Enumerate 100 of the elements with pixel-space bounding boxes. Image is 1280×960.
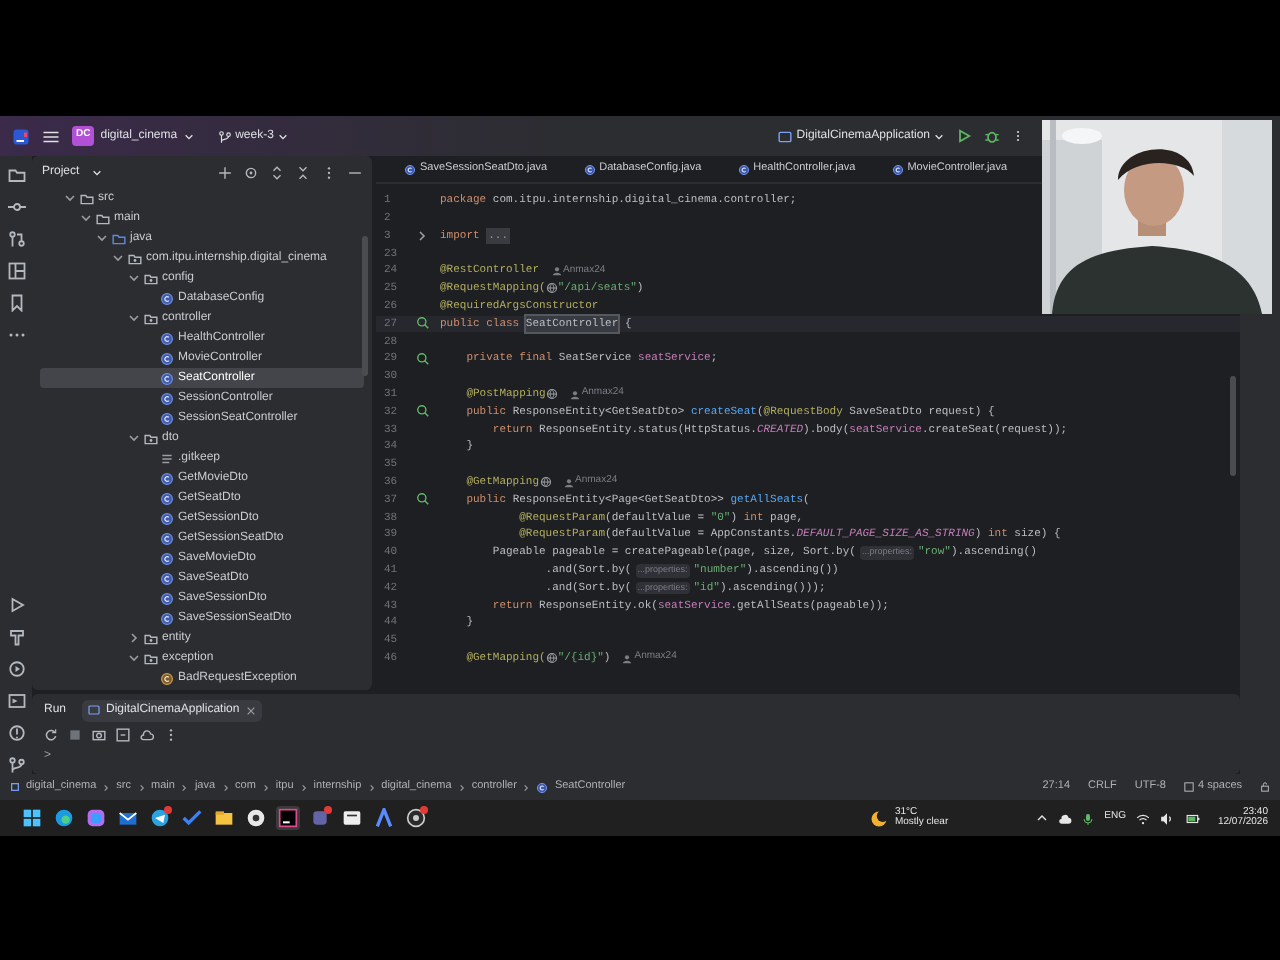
microphone-icon[interactable] <box>1082 811 1095 825</box>
package-icon <box>144 271 158 285</box>
caret-icon <box>277 131 288 141</box>
class-icon <box>160 511 174 525</box>
stop-icon[interactable] <box>68 728 82 742</box>
class-icon <box>160 331 174 345</box>
bookmarks-icon[interactable] <box>7 294 25 312</box>
menu-icon[interactable] <box>42 127 60 145</box>
lock-icon[interactable] <box>1260 782 1270 792</box>
caret-icon <box>934 131 944 141</box>
export-icon[interactable] <box>116 728 130 742</box>
class-icon <box>583 163 596 175</box>
chevron-icon[interactable] <box>96 232 108 244</box>
run-icon[interactable] <box>956 128 972 144</box>
class-icon <box>160 531 174 545</box>
more-icon[interactable] <box>164 728 178 742</box>
close-icon[interactable] <box>245 705 256 715</box>
class-icon <box>160 551 174 565</box>
class-icon <box>160 611 174 625</box>
expand-all-icon[interactable] <box>270 165 284 179</box>
start-button[interactable] <box>20 806 44 830</box>
problems-icon[interactable] <box>7 724 25 742</box>
app-logo-icon[interactable] <box>12 127 30 145</box>
speaker-icon[interactable] <box>1159 811 1174 825</box>
globe-icon[interactable] <box>545 388 558 401</box>
fold-toggle-icon[interactable] <box>416 229 428 242</box>
exception-class-icon <box>160 671 174 685</box>
camera-icon[interactable] <box>92 728 106 742</box>
taskbar-app[interactable] <box>84 806 108 830</box>
taskbar-app[interactable] <box>276 806 300 830</box>
wifi-icon[interactable] <box>1135 811 1150 825</box>
cloud-icon[interactable] <box>1058 811 1073 825</box>
chevron-up-icon[interactable] <box>1036 812 1049 824</box>
class-icon <box>404 163 416 175</box>
locate-icon[interactable] <box>244 165 258 179</box>
person-icon <box>622 653 633 664</box>
moon-icon <box>870 809 889 827</box>
chevron-icon[interactable] <box>128 432 140 444</box>
package-icon <box>144 651 158 665</box>
indent-icon <box>1183 782 1194 792</box>
caret-icon <box>91 167 102 177</box>
commit-icon[interactable] <box>7 198 25 216</box>
class-icon <box>160 471 174 485</box>
run-config-icon <box>778 129 793 143</box>
structure-icon[interactable] <box>7 262 25 280</box>
add-icon[interactable] <box>218 165 232 179</box>
taskbar-app[interactable] <box>404 806 428 830</box>
class-icon <box>160 291 174 305</box>
chevron-icon[interactable] <box>80 212 92 224</box>
class-icon <box>536 781 549 793</box>
package-icon <box>144 631 158 645</box>
rerun-icon[interactable] <box>44 728 58 742</box>
person-icon <box>563 477 574 488</box>
scrollbar[interactable] <box>1230 376 1236 476</box>
chevron-icon[interactable] <box>112 252 124 264</box>
pull-requests-icon[interactable] <box>7 230 25 248</box>
globe-icon[interactable] <box>545 282 558 295</box>
project-icon[interactable] <box>7 166 25 184</box>
terminal-icon[interactable] <box>7 692 25 710</box>
class-icon <box>160 411 174 425</box>
taskbar-app[interactable] <box>52 806 76 830</box>
collapse-all-icon[interactable] <box>296 165 310 179</box>
globe-icon[interactable] <box>545 652 558 665</box>
taskbar-app[interactable] <box>148 806 172 830</box>
package-icon <box>144 311 158 325</box>
chevron-icon[interactable] <box>128 652 140 664</box>
class-icon <box>737 163 750 175</box>
chevron-icon[interactable] <box>128 312 140 324</box>
branch-icon <box>217 129 232 143</box>
run-icon[interactable] <box>7 596 25 614</box>
more-icon[interactable] <box>322 165 336 179</box>
taskbar-app[interactable] <box>340 806 364 830</box>
class-icon <box>160 371 174 385</box>
globe-icon[interactable] <box>539 476 552 489</box>
cloud-icon[interactable] <box>140 728 154 742</box>
text-file-icon <box>160 451 174 465</box>
chevron-icon[interactable] <box>128 632 140 644</box>
scrollbar[interactable] <box>362 236 368 376</box>
class-icon <box>160 351 174 365</box>
class-icon <box>891 163 904 175</box>
taskbar-app[interactable] <box>212 806 236 830</box>
package-icon <box>144 431 158 445</box>
services-icon[interactable] <box>7 660 25 678</box>
class-icon <box>160 491 174 505</box>
package-icon <box>128 251 142 265</box>
debug-icon[interactable] <box>984 128 1000 144</box>
git-icon[interactable] <box>7 756 25 774</box>
class-icon <box>160 571 174 585</box>
person-icon <box>569 389 580 400</box>
chevron-icon[interactable] <box>64 192 76 204</box>
build-icon[interactable] <box>7 628 25 646</box>
battery-icon[interactable] <box>1183 811 1202 825</box>
module-icon <box>10 782 20 792</box>
class-icon <box>160 391 174 405</box>
caret-icon <box>183 131 194 141</box>
run-config-icon <box>88 704 101 716</box>
person-icon <box>551 266 562 277</box>
chevron-icon[interactable] <box>128 272 140 284</box>
taskbar-app[interactable] <box>244 806 268 830</box>
class-icon <box>160 591 174 605</box>
